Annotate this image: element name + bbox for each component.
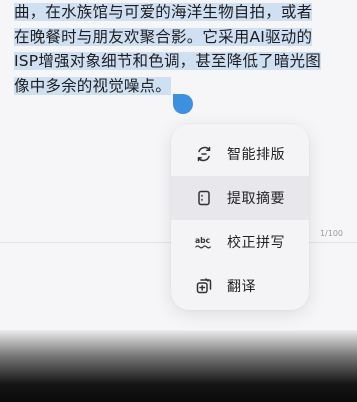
smart-layout-icon	[195, 145, 213, 163]
selected-text[interactable]: 曲，在水族馆与可爱的海洋生物自拍，或者 在晚餐时与朋友欢聚合影。它采用AI驱动的…	[14, 0, 340, 98]
bottom-overlay	[0, 330, 357, 402]
spellcheck-icon: abc	[195, 233, 213, 251]
text-context-menu: 智能排版 提取摘要 abc 校正拼写 翻译	[171, 124, 309, 310]
svg-text:abc: abc	[195, 236, 211, 245]
menu-item-label: 提取摘要	[227, 191, 285, 207]
menu-item-label: 校正拼写	[227, 235, 285, 251]
menu-item-translate[interactable]: 翻译	[171, 264, 309, 308]
selected-line: ISP增强对象细节和色调，甚至降低了暗光图	[14, 52, 321, 70]
char-counter: 1/100	[319, 229, 343, 238]
selected-line: 像中多余的视觉噪点。	[14, 76, 172, 95]
selection-end-handle[interactable]	[173, 94, 193, 114]
menu-item-label: 翻译	[227, 279, 256, 295]
selected-line: 曲，在水族馆与可爱的海洋生物自拍，或者	[14, 3, 313, 21]
menu-item-extract-summary[interactable]: 提取摘要	[171, 176, 309, 220]
menu-item-smart-layout[interactable]: 智能排版	[171, 132, 309, 176]
selected-line: 在晚餐时与朋友欢聚合影。它采用AI驱动的	[14, 27, 313, 46]
summary-icon	[195, 189, 213, 207]
menu-item-label: 智能排版	[227, 147, 285, 163]
translate-icon	[195, 277, 213, 295]
menu-item-spellcheck[interactable]: abc 校正拼写	[171, 220, 309, 264]
